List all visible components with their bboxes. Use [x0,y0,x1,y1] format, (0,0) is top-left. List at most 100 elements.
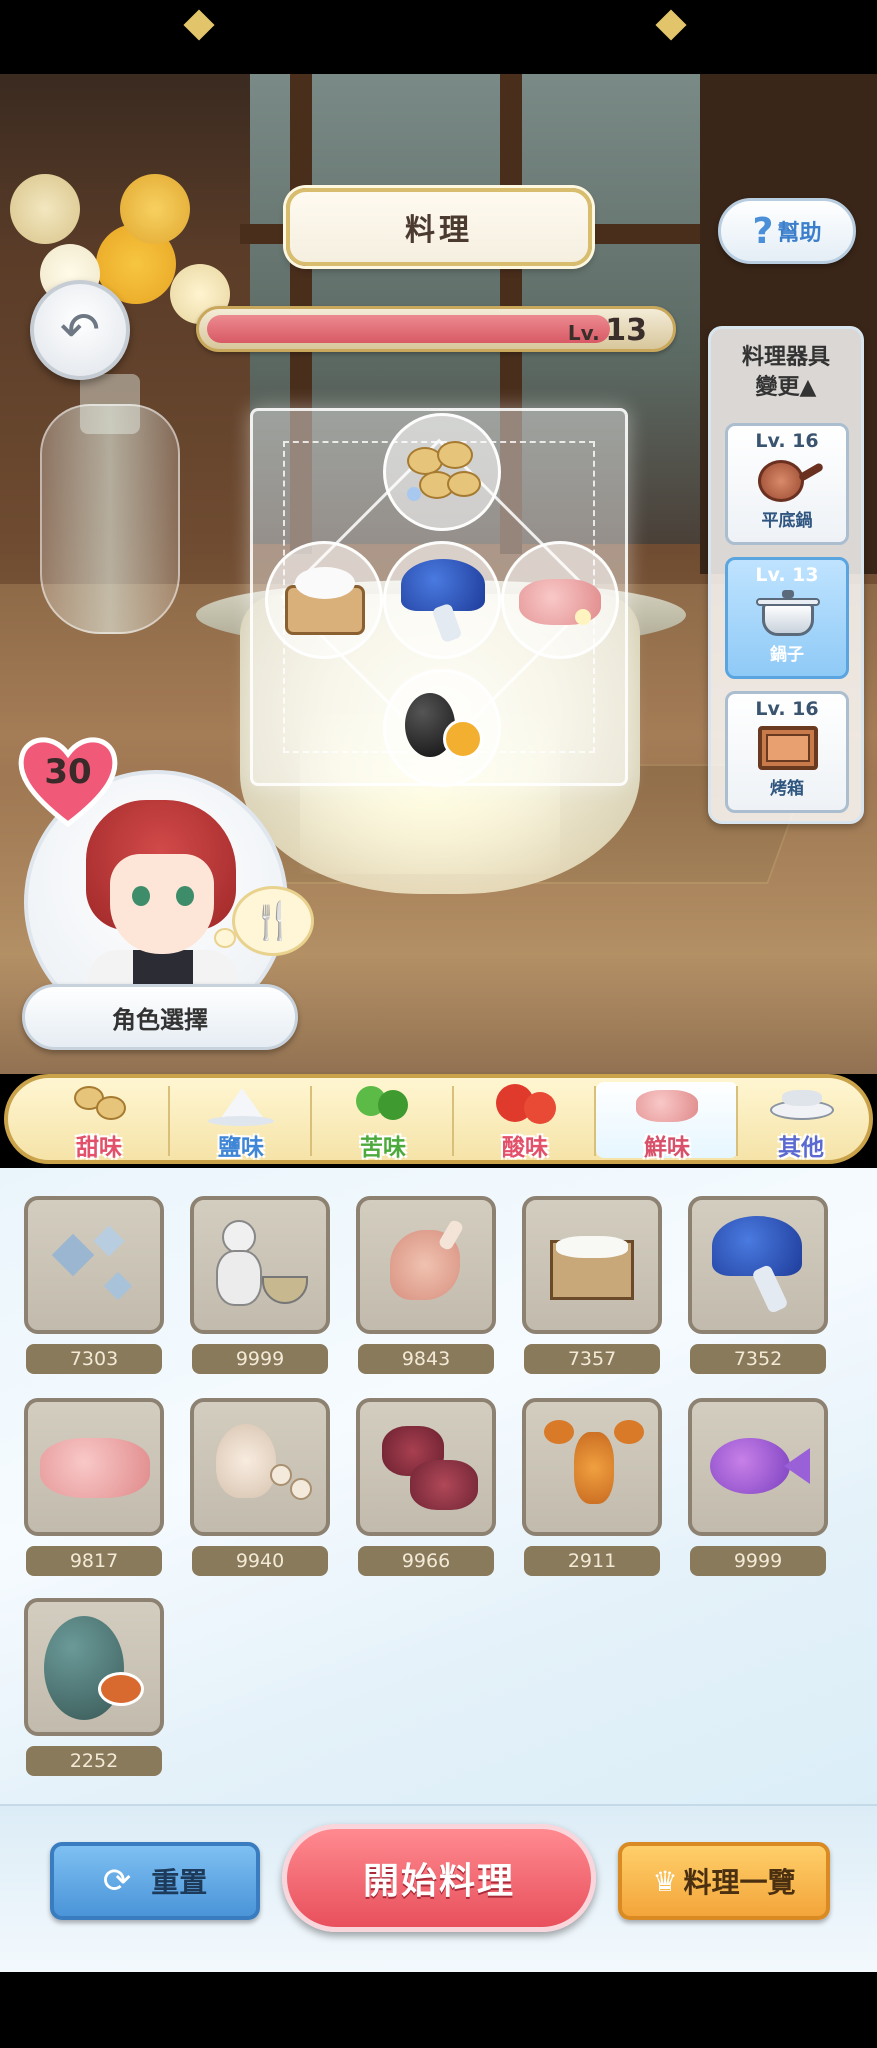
item-count: 2911 [524,1546,660,1576]
sweet-beans-icon [64,1082,134,1126]
ingredient-slot-top[interactable] [383,413,501,531]
tab-bitter[interactable]: 苦味 [312,1082,454,1161]
tab-other[interactable]: 其他 [730,1082,872,1161]
tool-level: Lv. 16 [755,430,819,452]
start-cooking-label: 開始料理 [362,1861,515,1902]
item-count: 9817 [26,1546,162,1576]
pork-meat-icon [24,1398,164,1536]
inventory-item[interactable]: 7303 [24,1196,164,1374]
character-select-label: 角色選擇 [112,1005,208,1034]
chicken-leg-icon [356,1196,496,1334]
rice-bag-icon [279,555,369,645]
fish-plate-icon [766,1082,836,1126]
tab-label: 甜味 [76,1135,122,1161]
pork-meat-icon [515,555,605,645]
item-count: 9999 [192,1344,328,1374]
help-button[interactable]: ? 幫助 [718,198,856,264]
taste-tabs: 甜味 鹽味 苦味 酸味 鮮味 其他 [4,1074,873,1164]
flower-icon [120,174,190,244]
oven-icon [752,722,822,772]
tropical-fish-icon [688,1398,828,1536]
tool-name: 平底鍋 [761,511,813,531]
back-arrow-icon: ↶ [59,302,101,358]
hunger-bubble: 🍴 [232,886,314,956]
inventory-item[interactable]: 9999 [190,1196,330,1374]
recipe-list-button[interactable]: ♛ 料理一覽 [618,1842,830,1920]
inventory-item[interactable]: 7352 [688,1196,828,1374]
level-value: 13 [605,313,647,348]
fork-knife-icon: 🍴 [250,901,296,942]
pork-meat-icon [632,1082,702,1126]
cooking-tools-panel: 料理器具 變更▲ Lv. 16 平底鍋 Lv. 13 鍋子 Lv. 16 烤箱 [708,326,864,824]
item-count: 9843 [358,1344,494,1374]
ingredient-slot-left[interactable] [265,541,383,659]
item-count: 9999 [690,1546,826,1576]
bitter-herb-icon [348,1082,418,1126]
inventory-item[interactable]: 9966 [356,1398,496,1576]
character-face [110,854,214,954]
tool-pot[interactable]: Lv. 13 鍋子 [725,557,849,679]
flower-bouquet [0,114,260,414]
tool-name: 鍋子 [770,645,804,665]
change-tools-label: 料理器具 變更▲ [741,345,830,400]
reset-icon: ⟳ [102,1861,132,1901]
level-prefix: Lv. [567,321,600,345]
ingredient-slot-center[interactable] [383,541,501,659]
reset-button[interactable]: ⟳ 重置 [50,1842,260,1920]
tab-label: 鮮味 [644,1135,690,1161]
tab-label: 鹽味 [218,1135,264,1161]
character-select-button[interactable]: 角色選擇 [22,984,298,1050]
help-icon: ? [752,210,774,252]
blue-mushroom-icon [688,1196,828,1334]
action-bar: ⟳ 重置 開始料理 ♛ 料理一覽 [0,1804,877,1972]
tool-level: Lv. 13 [755,564,819,586]
pot-icon [752,588,822,638]
tool-frying-pan[interactable]: Lv. 16 平底鍋 [725,423,849,545]
tab-label: 苦味 [360,1135,406,1161]
tab-salty[interactable]: 鹽味 [170,1082,312,1161]
change-tools-button[interactable]: 料理器具 變更▲ [711,343,861,403]
ice-crystal-icon [24,1196,164,1334]
help-label: 幫助 [777,221,822,246]
inventory-item[interactable]: 9817 [24,1398,164,1576]
inventory-item[interactable]: 7357 [522,1196,662,1374]
salt-pile-icon [206,1082,276,1126]
inventory-item[interactable]: 9999 [688,1398,828,1576]
beef-icon [356,1398,496,1536]
inventory-item[interactable]: 9940 [190,1398,330,1576]
garlic-icon [190,1398,330,1536]
start-cooking-button[interactable]: 開始料理 [282,1824,596,1932]
item-count: 7303 [26,1344,162,1374]
reset-label: 重置 [151,1866,208,1899]
character-eye [132,886,150,906]
tool-name: 烤箱 [770,779,804,799]
chef-hat-icon: ♛ [652,1864,678,1898]
inventory-item[interactable]: 9843 [356,1196,496,1374]
level-label: Lv. 13 [568,313,647,348]
item-count: 2252 [26,1746,162,1776]
black-egg-icon [397,683,487,773]
item-count: 7357 [524,1344,660,1374]
page-title-plate: 料理 [286,188,592,266]
character-eye [176,886,194,906]
bottom-bar [0,1972,877,2048]
tab-sour[interactable]: 酸味 [454,1082,596,1161]
recipe-list-label: 料理一覽 [683,1866,796,1899]
spotted-egg-icon [24,1598,164,1736]
ingredient-slot-right[interactable] [501,541,619,659]
ingredient-inventory: 7303 9999 9843 7357 7352 9817 9940 9966 … [0,1168,877,1804]
blue-mushroom-icon [397,555,487,645]
back-button[interactable]: ↶ [30,280,130,380]
ingredient-slot-bottom[interactable] [383,669,501,787]
tool-level: Lv. 16 [755,698,819,720]
inventory-item[interactable]: 2911 [522,1398,662,1576]
tab-umami[interactable]: 鮮味 [596,1082,738,1161]
bubble-tail [214,928,236,948]
top-bar [0,0,877,74]
item-count: 9940 [192,1546,328,1576]
inventory-item[interactable]: 2252 [24,1598,164,1776]
frying-pan-icon [752,454,825,504]
tab-sweet[interactable]: 甜味 [28,1082,170,1161]
tool-oven[interactable]: Lv. 16 烤箱 [725,691,849,813]
lobster-icon [522,1398,662,1536]
